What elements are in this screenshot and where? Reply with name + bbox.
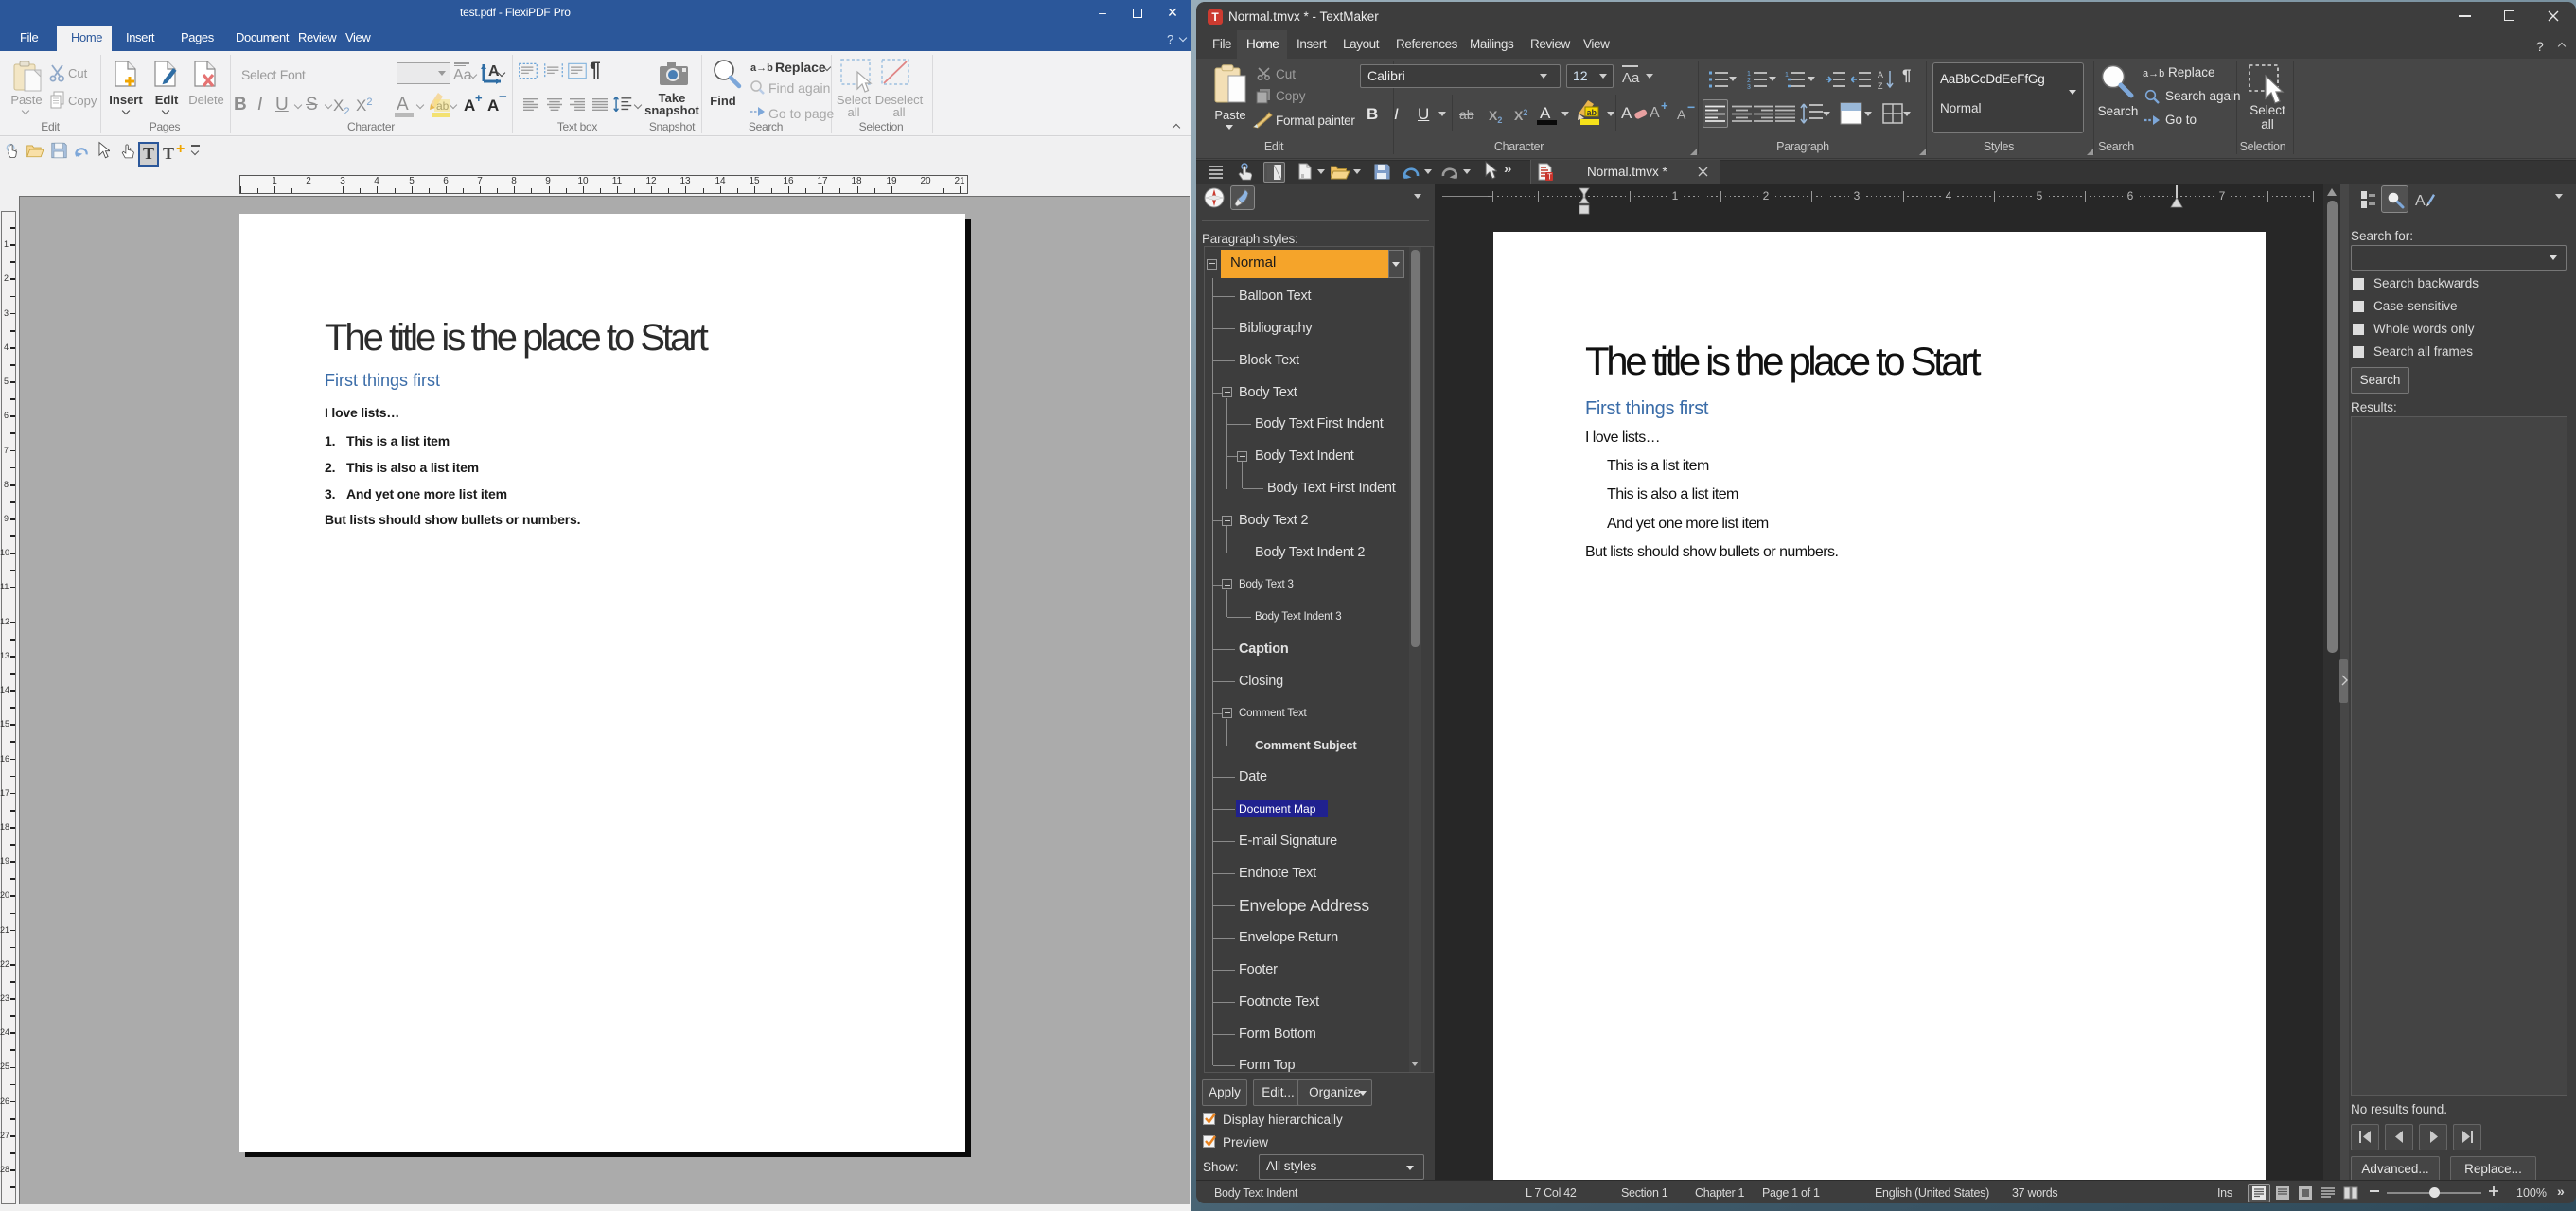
svg-text:2: 2 <box>1747 78 1751 84</box>
svg-text:A: A <box>1878 70 1883 79</box>
svg-text:1: 1 <box>1785 72 1789 79</box>
svg-text:3: 3 <box>1747 84 1751 89</box>
svg-text:ab: ab <box>1587 108 1597 117</box>
svg-text:1: 1 <box>1747 71 1751 78</box>
svg-text:A: A <box>2415 193 2426 209</box>
svg-text:Z: Z <box>1878 81 1883 90</box>
svg-text:T: T <box>1547 173 1552 182</box>
